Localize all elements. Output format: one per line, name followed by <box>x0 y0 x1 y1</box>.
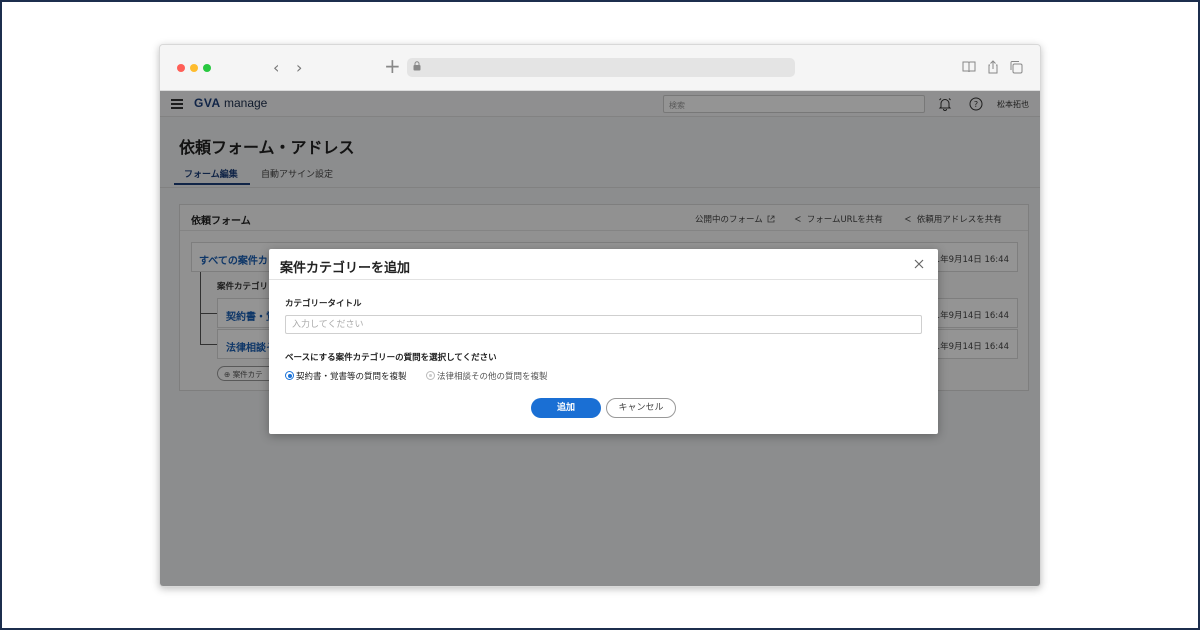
forward-arrow-icon[interactable]: › <box>296 58 302 77</box>
address-bar[interactable] <box>407 58 795 77</box>
category-title-input[interactable] <box>285 315 922 334</box>
reader-book-icon[interactable] <box>962 60 976 74</box>
browser-toolbar: ‹ › + <box>160 45 1040 91</box>
close-window-button[interactable] <box>177 64 185 72</box>
radio-option-label: 契約書・覚書等の質問を複製 <box>296 372 407 382</box>
add-button[interactable]: 追加 <box>531 398 601 418</box>
category-title-label: カテゴリータイトル <box>285 299 362 309</box>
browser-window: ‹ › + GVA manage 検索 ? 松本拓也 依頼フォーム・アドレス フ… <box>159 44 1041 587</box>
tabs-overview-icon[interactable] <box>1009 60 1023 74</box>
radio-option-legal[interactable]: 法律相談その他の質問を複製 <box>426 370 548 382</box>
lock-icon <box>413 61 421 71</box>
radio-option-contract[interactable]: 契約書・覚書等の質問を複製 <box>285 370 407 382</box>
radio-option-label: 法律相談その他の質問を複製 <box>437 372 548 382</box>
dialog-title: 案件カテゴリーを追加 <box>280 261 411 276</box>
maximize-window-button[interactable] <box>203 64 211 72</box>
base-category-label: ベースにする案件カテゴリーの質問を選択してください <box>285 353 497 363</box>
cancel-button[interactable]: キャンセル <box>606 398 676 418</box>
new-tab-plus-icon[interactable]: + <box>384 54 401 78</box>
minimize-window-button[interactable] <box>190 64 198 72</box>
radio-selected-icon <box>285 371 294 380</box>
radio-unselected-icon <box>426 371 435 380</box>
share-icon[interactable] <box>986 60 1000 74</box>
back-arrow-icon[interactable]: ‹ <box>273 58 279 77</box>
add-category-dialog: 案件カテゴリーを追加 カテゴリータイトル ベースにする案件カテゴリーの質問を選択… <box>269 249 938 434</box>
dialog-header: 案件カテゴリーを追加 <box>269 249 938 280</box>
close-icon[interactable] <box>914 259 924 269</box>
